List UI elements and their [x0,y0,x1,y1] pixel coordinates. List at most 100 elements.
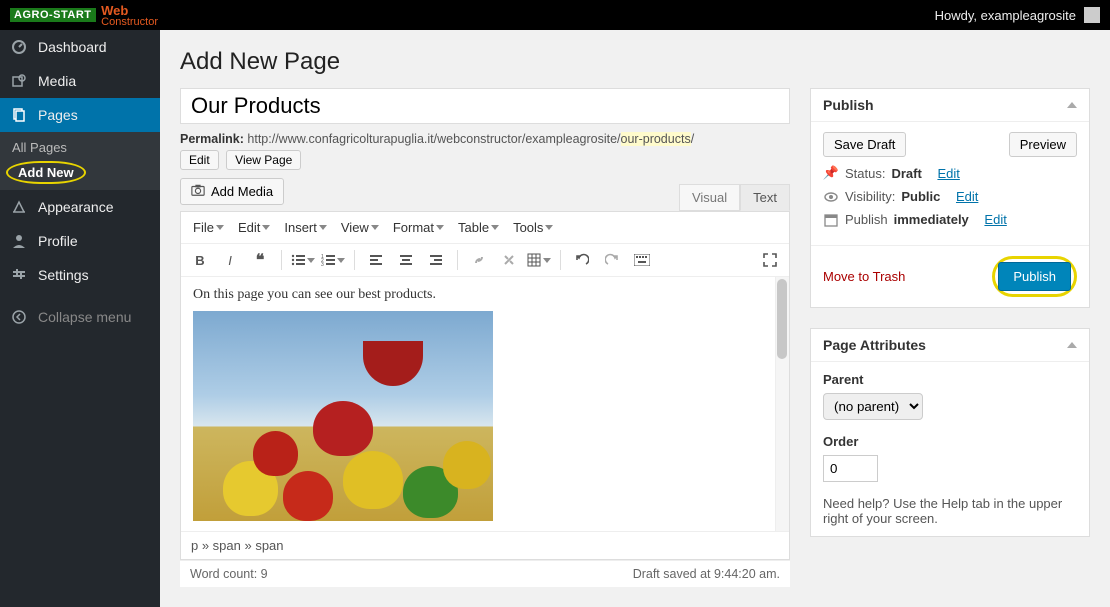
submenu-all-pages[interactable]: All Pages [0,136,160,159]
number-list-button[interactable]: 123 [320,248,346,272]
order-label: Order [823,434,858,449]
italic-button[interactable]: I [217,248,243,272]
page-attributes-metabox: Page Attributes Parent (no parent) Order… [810,328,1090,537]
keyboard-button[interactable] [629,248,655,272]
editor-menubar: File Edit Insert View Format Table Tools [181,212,789,244]
tab-text[interactable]: Text [740,184,790,211]
view-page-button[interactable]: View Page [226,150,301,170]
menu-edit[interactable]: Edit [232,216,276,239]
publish-heading: Publish [823,97,874,113]
menu-format[interactable]: Format [387,216,450,239]
page-title-input[interactable] [180,88,790,124]
media-icon [10,72,28,90]
align-center-button[interactable] [393,248,419,272]
sidebar-item-label: Pages [38,107,78,123]
sidebar-item-settings[interactable]: Settings [0,258,160,292]
unlink-button[interactable] [496,248,522,272]
collapse-toggle-icon[interactable] [1067,342,1077,348]
status-label: Status: [845,166,885,181]
avatar [1084,7,1100,23]
editor-container: File Edit Insert View Format Table Tools… [180,211,790,560]
visibility-label: Visibility: [845,189,895,204]
save-draft-button[interactable]: Save Draft [823,132,906,157]
menu-file[interactable]: File [187,216,230,239]
settings-icon [10,266,28,284]
parent-select[interactable]: (no parent) [823,393,923,420]
editor-body[interactable]: On this page you can see our best produc… [181,277,789,532]
table-button[interactable] [526,248,552,272]
parent-label: Parent [823,372,863,387]
sidebar-collapse[interactable]: Collapse menu [0,300,160,334]
collapse-label: Collapse menu [38,309,131,325]
brand-constructor: Constructor [101,16,158,28]
caret-down-icon [436,225,444,230]
brand: AGRO-START Web Constructor [10,3,158,28]
publish-button[interactable]: Publish [998,262,1071,291]
blockquote-button[interactable]: ❝ [247,248,273,272]
menu-table[interactable]: Table [452,216,505,239]
sidebar-item-profile[interactable]: Profile [0,224,160,258]
bullet-list-button[interactable] [290,248,316,272]
order-input[interactable] [823,455,878,482]
editor-scrollbar[interactable] [775,277,789,531]
submenu-add-new[interactable]: Add New [6,161,86,184]
edit-schedule-link[interactable]: Edit [984,212,1006,227]
element-path[interactable]: p » span » span [181,532,789,559]
greeting-text: Howdy, exampleagrosite [935,8,1076,23]
move-to-trash-link[interactable]: Move to Trash [823,269,905,284]
eye-icon [823,190,839,204]
menu-view[interactable]: View [335,216,385,239]
content-area: Add New Page Permalink: http://www.confa… [160,30,1110,607]
permalink-trailing-slash: / [691,132,694,146]
undo-button[interactable] [569,248,595,272]
caret-down-icon [319,225,327,230]
redo-button[interactable] [599,248,625,272]
word-count-label: Word count: [190,567,261,581]
caret-down-icon [262,225,270,230]
sidebar-item-dashboard[interactable]: Dashboard [0,30,160,64]
word-count-value: 9 [261,567,268,581]
sidebar-submenu-pages: All Pages Add New [0,132,160,190]
caret-down-icon [371,225,379,230]
sidebar-item-appearance[interactable]: Appearance [0,190,160,224]
caret-down-icon [545,225,553,230]
edit-slug-button[interactable]: Edit [180,150,219,170]
pages-icon [10,106,28,124]
editor-toolbar: B I ❝ 123 [181,244,789,277]
fullscreen-button[interactable] [757,248,783,272]
caret-down-icon [491,225,499,230]
sidebar-item-label: Profile [38,233,78,249]
menu-insert[interactable]: Insert [278,216,333,239]
tab-visual[interactable]: Visual [679,184,740,211]
account-menu[interactable]: Howdy, exampleagrosite [935,7,1100,23]
permalink-label: Permalink: [180,132,244,146]
caret-down-icon [216,225,224,230]
editor-image[interactable] [193,311,493,521]
admin-sidebar: Dashboard Media Pages All Pages Add New … [0,30,160,607]
profile-icon [10,232,28,250]
bold-button[interactable]: B [187,248,213,272]
sidebar-item-label: Settings [38,267,89,283]
preview-button[interactable]: Preview [1009,132,1077,157]
status-value: Draft [891,166,921,181]
align-left-button[interactable] [363,248,389,272]
permalink-slug[interactable]: our-products [621,132,691,146]
edit-visibility-link[interactable]: Edit [956,189,978,204]
collapse-toggle-icon[interactable] [1067,102,1077,108]
sidebar-item-label: Dashboard [38,39,107,55]
edit-status-link[interactable]: Edit [937,166,959,181]
brand-agro: AGRO-START [10,8,96,22]
menu-tools[interactable]: Tools [507,216,559,239]
editor-status-bar: Word count: 9 Draft saved at 9:44:20 am. [180,560,790,587]
admin-top-bar: AGRO-START Web Constructor Howdy, exampl… [0,0,1110,30]
sidebar-item-media[interactable]: Media [0,64,160,98]
sidebar-item-pages[interactable]: Pages [0,98,160,132]
add-media-button[interactable]: Add Media [180,178,284,205]
link-button[interactable] [466,248,492,272]
align-right-button[interactable] [423,248,449,272]
add-media-label: Add Media [211,184,273,199]
publish-on-value: immediately [894,212,969,227]
sidebar-item-label: Media [38,73,76,89]
attributes-heading: Page Attributes [823,337,926,353]
camera-icon [191,183,205,200]
